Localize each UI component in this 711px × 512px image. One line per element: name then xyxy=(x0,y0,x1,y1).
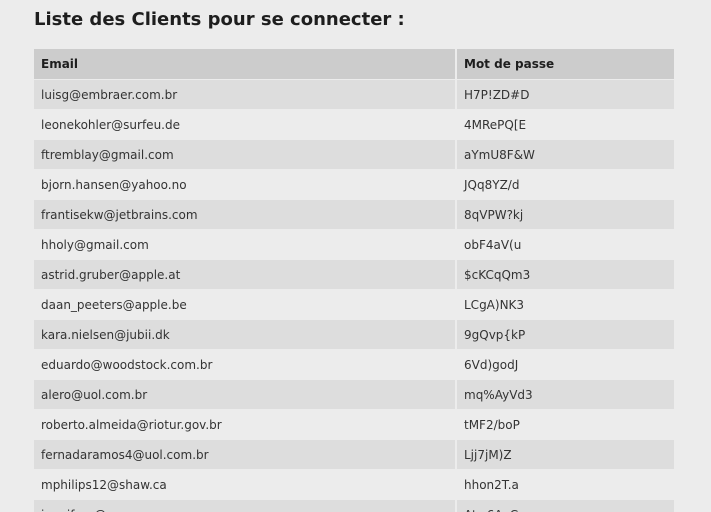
page: Liste des Clients pour se connecter : Em… xyxy=(0,0,711,512)
table-row: luisg@embraer.com.br H7P!ZD#D xyxy=(34,79,674,110)
email-cell: eduardo@woodstock.com.br xyxy=(34,349,457,380)
password-cell: 4MRePQ[E xyxy=(456,109,674,140)
password-cell: LCgA)NK3 xyxy=(456,289,674,320)
table-header-row: Email Mot de passe xyxy=(34,49,674,80)
email-cell: fernadaramos4@uol.com.br xyxy=(34,439,457,470)
password-cell: Ljj7jM)Z xyxy=(456,439,674,470)
email-cell: alero@uol.com.br xyxy=(34,379,457,410)
email-cell: hholy@gmail.com xyxy=(34,229,457,260)
password-cell: 6Vd)godJ xyxy=(456,349,674,380)
password-cell: aYmU8F&W xyxy=(456,139,674,170)
table-row: bjorn.hansen@yahoo.no JQq8YZ/d xyxy=(34,169,674,200)
table-row: frantisekw@jetbrains.com 8qVPW?kj xyxy=(34,199,674,230)
email-cell: daan_peeters@apple.be xyxy=(34,289,457,320)
email-cell: leonekohler@surfeu.de xyxy=(34,109,457,140)
email-cell: luisg@embraer.com.br xyxy=(34,79,457,110)
email-cell: ftremblay@gmail.com xyxy=(34,139,457,170)
table-row: leonekohler@surfeu.de 4MRePQ[E xyxy=(34,109,674,140)
email-cell: mphilips12@shaw.ca xyxy=(34,469,457,500)
password-cell: mq%AyVd3 xyxy=(456,379,674,410)
column-header-password: Mot de passe xyxy=(456,49,674,80)
table-row: jenniferp@rogers.ca At=6AeCq xyxy=(34,499,674,512)
password-cell: obF4aV(u xyxy=(456,229,674,260)
email-cell: frantisekw@jetbrains.com xyxy=(34,199,457,230)
password-cell: JQq8YZ/d xyxy=(456,169,674,200)
password-cell: hhon2T.a xyxy=(456,469,674,500)
password-cell: 8qVPW?kj xyxy=(456,199,674,230)
table-row: alero@uol.com.br mq%AyVd3 xyxy=(34,379,674,410)
clients-table: Email Mot de passe luisg@embraer.com.br … xyxy=(34,49,674,512)
password-cell: At=6AeCq xyxy=(456,499,674,512)
email-cell: bjorn.hansen@yahoo.no xyxy=(34,169,457,200)
email-cell: jenniferp@rogers.ca xyxy=(34,499,457,512)
password-cell: H7P!ZD#D xyxy=(456,79,674,110)
table-row: eduardo@woodstock.com.br 6Vd)godJ xyxy=(34,349,674,380)
table-row: ftremblay@gmail.com aYmU8F&W xyxy=(34,139,674,170)
password-cell: $cKCqQm3 xyxy=(456,259,674,290)
password-cell: tMF2/boP xyxy=(456,409,674,440)
page-title: Liste des Clients pour se connecter : xyxy=(34,9,405,30)
email-cell: kara.nielsen@jubii.dk xyxy=(34,319,457,350)
clients-table-body: luisg@embraer.com.br H7P!ZD#D leonekohle… xyxy=(34,79,674,512)
table-row: mphilips12@shaw.ca hhon2T.a xyxy=(34,469,674,500)
table-row: daan_peeters@apple.be LCgA)NK3 xyxy=(34,289,674,320)
email-cell: roberto.almeida@riotur.gov.br xyxy=(34,409,457,440)
table-row: fernadaramos4@uol.com.br Ljj7jM)Z xyxy=(34,439,674,470)
email-cell: astrid.gruber@apple.at xyxy=(34,259,457,290)
column-header-email: Email xyxy=(34,49,457,80)
password-cell: 9gQvp{kP xyxy=(456,319,674,350)
table-row: hholy@gmail.com obF4aV(u xyxy=(34,229,674,260)
table-row: astrid.gruber@apple.at $cKCqQm3 xyxy=(34,259,674,290)
table-row: kara.nielsen@jubii.dk 9gQvp{kP xyxy=(34,319,674,350)
table-row: roberto.almeida@riotur.gov.br tMF2/boP xyxy=(34,409,674,440)
